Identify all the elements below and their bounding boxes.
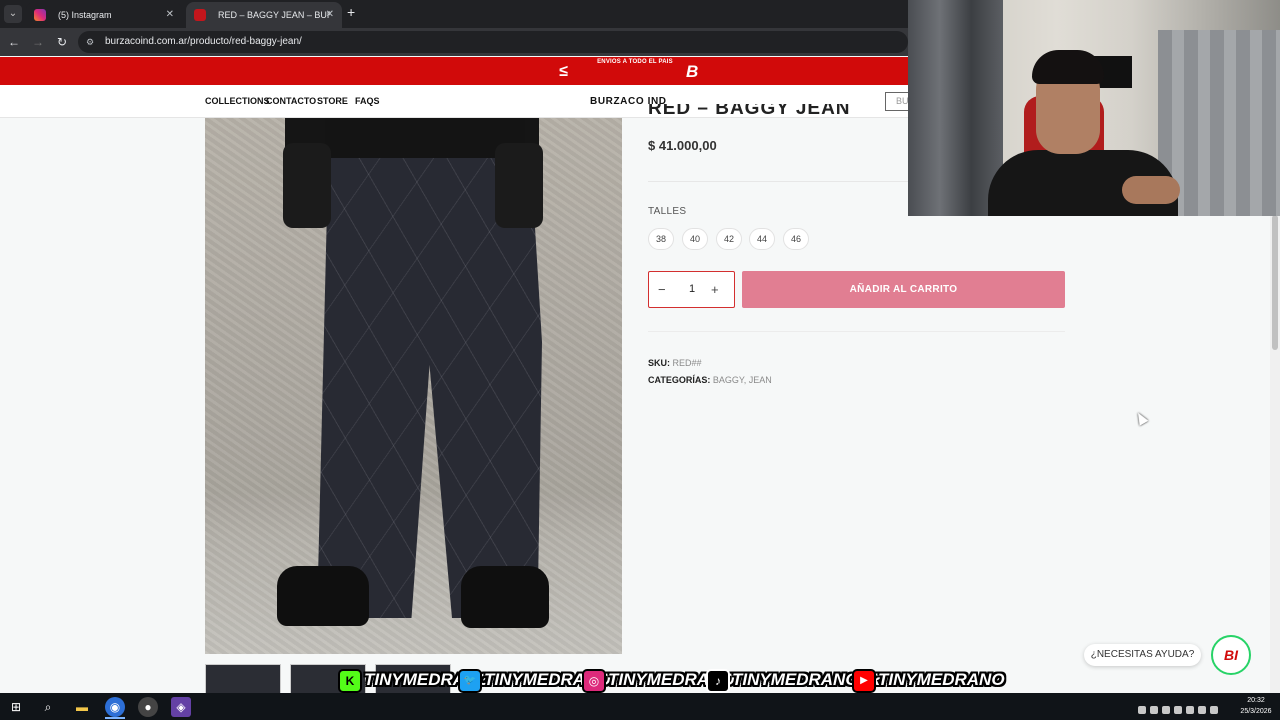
add-to-cart-button[interactable]: AÑADIR AL CARRITO [742, 271, 1065, 308]
category-link-jean[interactable]: JEAN [749, 375, 772, 385]
youtube-icon: ▶ [852, 669, 876, 693]
file-explorer-icon[interactable]: ▬ [72, 697, 92, 717]
glove-left [283, 143, 331, 228]
burzaco-favicon-icon [194, 9, 206, 21]
network-icon[interactable] [1198, 706, 1206, 714]
forward-icon[interactable]: → [29, 33, 47, 51]
divider [648, 181, 908, 182]
size-option-40[interactable]: 40 [682, 228, 708, 250]
chrome-icon[interactable]: ◉ [105, 697, 125, 717]
decrease-quantity-button[interactable]: − [658, 272, 666, 307]
clock-date: 25/3/2026 [1240, 708, 1272, 715]
tab-title: RED – BAGGY JEAN – BURZACO [218, 10, 330, 20]
clock-time: 20:32 [1247, 697, 1265, 704]
size-option-38[interactable]: 38 [648, 228, 674, 250]
thumbnail-1[interactable] [205, 664, 281, 694]
new-tab-button[interactable]: + [347, 4, 355, 20]
divider [648, 331, 1065, 332]
boot-right [461, 566, 549, 628]
scrollbar-thumb[interactable] [1272, 215, 1278, 350]
tray-icon[interactable] [1138, 706, 1146, 714]
taskbar-clock[interactable]: 20:32 25/3/2026 [1236, 695, 1276, 717]
quantity-input[interactable]: 1 [687, 272, 697, 307]
brand-logo-left-icon[interactable]: ≤ [559, 63, 568, 81]
tab-instagram[interactable]: (5) Instagram ✕ [26, 2, 182, 28]
tab-red-baggy-jean[interactable]: RED – BAGGY JEAN – BURZACO ✕ [186, 2, 342, 28]
tray-icon[interactable] [1186, 706, 1194, 714]
tray-icon[interactable] [1162, 706, 1170, 714]
back-icon[interactable]: ← [5, 33, 23, 51]
omnibox[interactable]: ⚙ burzacoind.com.ar/producto/red-baggy-j… [78, 31, 908, 53]
system-tray[interactable] [1138, 701, 1234, 714]
product-price: $ 41.000,00 [648, 138, 717, 153]
help-chat-label[interactable]: ¿NECESITAS AYUDA? [1084, 644, 1201, 666]
categories-label: CATEGORÍAS: [648, 375, 711, 385]
category-link-baggy[interactable]: BAGGY [713, 375, 744, 385]
search-icon[interactable]: ⌕ [38, 697, 58, 717]
webcam-overlay [908, 0, 1280, 216]
sizes-label: TALLES [648, 206, 687, 217]
windows-start-icon[interactable]: ⊞ [6, 697, 26, 717]
whatsapp-help-button[interactable]: BI [1211, 635, 1251, 675]
brand-logo-right-icon[interactable]: B [686, 62, 698, 82]
volume-icon[interactable] [1210, 706, 1218, 714]
tiktok-icon: ♪ [706, 669, 730, 693]
size-option-46[interactable]: 46 [783, 228, 809, 250]
sku-value: RED## [672, 358, 702, 368]
close-tab-icon[interactable]: ✕ [326, 2, 334, 28]
tray-icon[interactable] [1174, 706, 1182, 714]
reload-icon[interactable]: ↻ [53, 33, 71, 51]
active-app-indicator [105, 717, 125, 719]
boot-left [277, 566, 369, 626]
twitter-icon: 🐦 [458, 669, 482, 693]
kick-icon: K [338, 669, 362, 693]
instagram-favicon-icon [34, 9, 46, 21]
product-main-image[interactable] [205, 118, 622, 654]
webcam-streamer-hair [1032, 50, 1104, 84]
increase-quantity-button[interactable]: + [711, 272, 719, 307]
size-option-44[interactable]: 44 [749, 228, 775, 250]
mouse-cursor-icon [1133, 410, 1149, 426]
sku-row: SKU: RED## [648, 358, 702, 368]
sku-label: SKU: [648, 358, 670, 368]
product-title: RED – BAGGY JEAN [648, 104, 851, 118]
youtube-handle: TINYMEDRANO [878, 670, 1005, 689]
webcam-streamer-hand [1122, 176, 1180, 204]
windows-taskbar: ⊞ ⌕ ▬ ◉ ● ◈ 20:32 25/3/2026 [0, 693, 1280, 720]
nav-collections[interactable]: COLLECTIONS [205, 85, 270, 118]
nav-contacto[interactable]: CONTACTO [266, 85, 316, 118]
app-icon[interactable]: ◈ [171, 697, 191, 717]
nav-store[interactable]: STORE [317, 85, 348, 118]
site-info-icon[interactable]: ⚙ [86, 36, 98, 48]
url-text[interactable]: burzacoind.com.ar/producto/red-baggy-jea… [105, 31, 302, 53]
nav-faqs[interactable]: FAQS [355, 85, 380, 118]
glove-right [495, 143, 543, 228]
webcam-curtain-left [908, 0, 1003, 216]
size-option-42[interactable]: 42 [716, 228, 742, 250]
promo-text: ENVIOS A TODO EL PAIS [597, 59, 673, 65]
social-handles-overlay: K TINYMEDRANO 🐦 TINYMEDRANO ◎ TINYMEDRAN… [338, 666, 1005, 696]
promo-bar: ≤ ENVIOS A TODO EL PAIS B [0, 57, 910, 85]
categories-row: CATEGORÍAS: BAGGY, JEAN [648, 375, 772, 385]
obs-icon[interactable]: ● [138, 697, 158, 717]
close-tab-icon[interactable]: ✕ [166, 2, 174, 28]
tab-title: (5) Instagram [58, 10, 112, 20]
instagram-icon: ◎ [582, 669, 606, 693]
page-scrollbar[interactable] [1270, 215, 1280, 693]
quantity-stepper: − 1 + [648, 271, 735, 308]
tab-search-icon[interactable]: ⌄ [4, 5, 22, 23]
tray-icon[interactable] [1150, 706, 1158, 714]
